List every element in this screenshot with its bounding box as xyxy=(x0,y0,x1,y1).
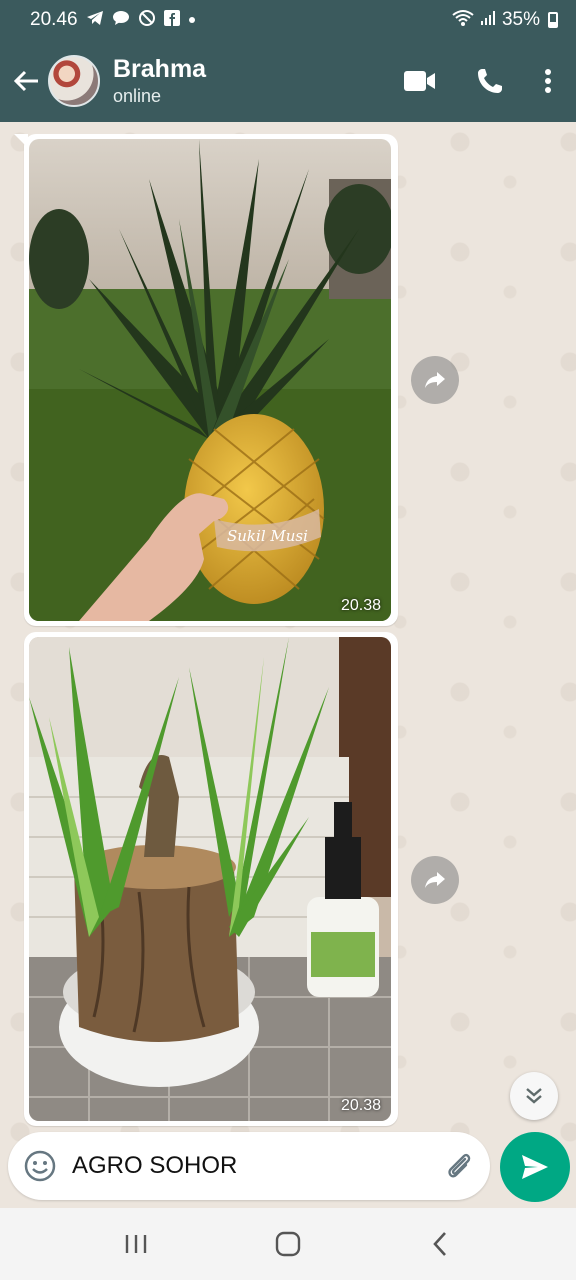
message-image-stump-pot[interactable]: 20.38 xyxy=(29,637,391,1121)
pot-label-text: Sukil Musi xyxy=(227,527,308,545)
chat-area[interactable]: Sukil Musi 20.38 20.38 xyxy=(0,122,576,1208)
scroll-to-bottom-button[interactable] xyxy=(510,1072,558,1120)
battery-icon xyxy=(548,12,558,28)
chat-header: Brahma online xyxy=(0,40,576,122)
message-time: 20.38 xyxy=(340,597,381,614)
emoji-button[interactable] xyxy=(8,1150,72,1182)
signal-icon xyxy=(480,10,496,30)
chat-bubble-icon xyxy=(112,10,130,30)
home-button[interactable] xyxy=(258,1214,318,1274)
send-icon xyxy=(522,1155,548,1179)
message-time: 20.38 xyxy=(340,1097,381,1114)
back-arrow-icon xyxy=(13,70,38,92)
home-icon xyxy=(275,1231,301,1257)
message-composer xyxy=(8,1132,490,1200)
dot-icon xyxy=(188,12,196,28)
emoji-icon xyxy=(24,1150,56,1182)
contact-status: online xyxy=(113,86,162,106)
image-message[interactable]: 20.38 xyxy=(24,632,398,1126)
avatar[interactable] xyxy=(48,55,100,107)
nav-back-button[interactable] xyxy=(410,1214,470,1274)
telegram-icon xyxy=(86,10,104,30)
paperclip-icon xyxy=(448,1153,471,1178)
back-button[interactable] xyxy=(4,51,48,111)
wifi-icon xyxy=(452,9,474,31)
image-message[interactable]: Sukil Musi 20.38 xyxy=(14,134,398,626)
message-input[interactable] xyxy=(72,1152,428,1180)
forward-icon xyxy=(425,872,445,888)
voice-call-icon[interactable] xyxy=(476,67,504,95)
forward-button[interactable] xyxy=(411,356,459,404)
message-image-pineapple-pot[interactable]: Sukil Musi 20.38 xyxy=(29,139,391,621)
recent-apps-button[interactable] xyxy=(106,1214,166,1274)
forward-button[interactable] xyxy=(411,856,459,904)
contact-name: Brahma xyxy=(113,55,207,83)
recent-apps-icon xyxy=(125,1235,147,1253)
attach-button[interactable] xyxy=(428,1150,490,1182)
chevron-left-icon xyxy=(433,1232,446,1256)
double-chevron-down-icon xyxy=(526,1088,542,1104)
battery-percent: 35% xyxy=(501,9,540,30)
status-bar: 20.46 35% xyxy=(0,0,576,40)
video-call-icon[interactable] xyxy=(404,70,436,92)
blocked-icon xyxy=(138,9,156,31)
contact-info[interactable]: Brahma online xyxy=(113,54,206,108)
forward-icon xyxy=(425,372,445,388)
send-button[interactable] xyxy=(500,1132,570,1202)
system-navigation-bar xyxy=(0,1208,576,1280)
more-options-icon[interactable] xyxy=(544,68,552,94)
status-time: 20.46 xyxy=(30,9,78,30)
facebook-icon xyxy=(163,10,180,30)
